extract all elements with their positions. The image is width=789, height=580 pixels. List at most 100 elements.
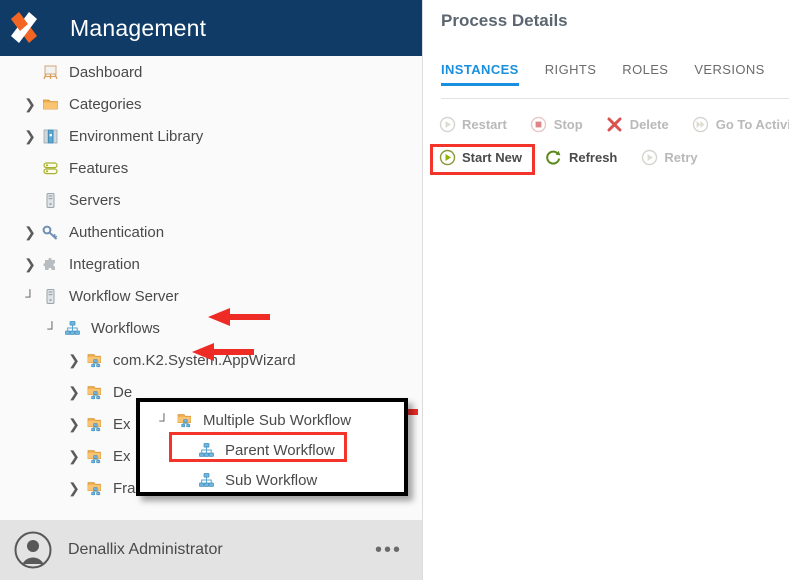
sidebar-item-servers[interactable]: Servers — [0, 184, 422, 216]
process-folder-icon — [82, 384, 106, 401]
tab-versions[interactable]: VERSIONS — [694, 62, 764, 86]
sidebar-item-label: Workflows — [91, 319, 160, 337]
sidebar-item-workflow-server[interactable]: ┘ Workflow Server — [0, 280, 422, 312]
dashboard-easel-icon — [38, 64, 62, 81]
play-circle-icon — [641, 149, 658, 166]
library-books-icon — [43, 129, 57, 143]
process-folder-icon — [82, 352, 106, 369]
refresh-icon — [544, 149, 564, 167]
page-title: Process Details — [441, 11, 568, 30]
process-folder-icon — [82, 416, 106, 433]
callout-item-sub-workflow[interactable]: Sub Workflow — [140, 465, 404, 495]
dashboard-easel-icon — [42, 64, 58, 79]
toolbar-button-label: Retry — [664, 150, 698, 165]
play-circle-icon — [639, 149, 659, 167]
toolbar-button-label: Go To Activit — [715, 117, 789, 132]
server-icon — [38, 288, 62, 305]
tree-expanded-icon[interactable]: ┘ — [22, 290, 38, 303]
chevron-right-icon[interactable]: ❯ — [66, 481, 82, 495]
chevron-right-icon[interactable]: ❯ — [66, 417, 82, 431]
forward-circle-icon — [691, 116, 711, 134]
process-folder-icon — [87, 385, 101, 399]
process-folder-icon — [87, 417, 101, 431]
toolbar-button-label: Delete — [629, 117, 669, 132]
chevron-right-icon[interactable]: ❯ — [22, 257, 38, 271]
process-folder-icon — [87, 353, 101, 367]
sidebar-item-label: De — [113, 383, 133, 401]
sidebar-item-label: Ex — [113, 447, 131, 465]
forward-circle-icon — [693, 116, 709, 133]
chevron-right-icon[interactable]: ❯ — [22, 97, 38, 111]
user-bar[interactable]: Denallix Administrator ••• — [0, 520, 422, 580]
sidebar-item-label: Integration — [69, 255, 140, 273]
hierarchy-icon — [198, 472, 214, 487]
x-cross-icon — [605, 116, 625, 134]
sidebar-item-label: Features — [69, 159, 129, 177]
sidebar-item-workflows[interactable]: ┘ Workflows — [0, 312, 422, 344]
sidebar-item-label: Servers — [69, 191, 121, 209]
callout-item-multiple-sub-workflow[interactable]: ┘ Multiple Sub Workflow — [140, 405, 404, 435]
sidebar-item-com-k2-system-appwizard[interactable]: ❯ com.K2.System.AppWizard — [0, 344, 422, 376]
tab-roles[interactable]: ROLES — [622, 62, 668, 86]
app-root: Management Dashboard ❯ Categories ❯ Environm… — [0, 0, 789, 580]
user-avatar-icon — [14, 531, 52, 569]
hierarchy-icon — [64, 320, 80, 335]
callout-item-label: Sub Workflow — [225, 471, 318, 489]
sidebar-item-environment-library[interactable]: ❯ Environment Library — [0, 120, 422, 152]
callout-item-label: Multiple Sub Workflow — [203, 411, 352, 429]
tabs-divider — [441, 98, 789, 99]
restart-button: Restart — [429, 113, 515, 137]
sidebar-item-categories[interactable]: ❯ Categories — [0, 88, 422, 120]
tree-expanded-icon[interactable]: ┘ — [156, 414, 172, 427]
tree-expanded-icon[interactable]: ┘ — [44, 322, 60, 335]
process-folder-icon — [82, 448, 106, 465]
puzzle-piece-icon — [42, 257, 55, 270]
retry-button: Retry — [631, 146, 705, 170]
sidebar-item-dashboard[interactable]: Dashboard — [0, 56, 422, 88]
server-icon — [46, 288, 54, 304]
folder-icon — [42, 99, 58, 109]
chevron-right-icon[interactable]: ❯ — [22, 129, 38, 143]
process-folder-icon — [82, 480, 106, 497]
instances-toolbar: Restart Stop Delete Go To Activit Start New… — [429, 108, 789, 175]
stop-button: Stop — [521, 113, 591, 137]
chevron-right-icon[interactable]: ❯ — [66, 353, 82, 367]
refresh-icon — [546, 150, 561, 165]
chevron-right-icon[interactable]: ❯ — [22, 225, 38, 239]
k2-x-logo-svg — [11, 12, 37, 43]
x-cross-icon — [607, 117, 622, 132]
ellipsis-icon[interactable]: ••• — [375, 540, 402, 560]
sidebar-item-label: Authentication — [69, 223, 165, 241]
play-circle-icon — [437, 116, 457, 134]
sidebar-item-features[interactable]: Features — [0, 152, 422, 184]
sidebar-item-label: Dashboard — [69, 63, 143, 81]
hierarchy-icon — [60, 320, 84, 337]
features-stack-icon — [38, 160, 62, 177]
user-name-label: Denallix Administrator — [68, 541, 223, 558]
chevron-right-icon[interactable]: ❯ — [66, 385, 82, 399]
process-details-panel: Process Details INSTANCES RIGHTS ROLES VERS… — [424, 0, 789, 580]
sidebar-item-label: Categories — [69, 95, 142, 113]
tab-rights[interactable]: RIGHTS — [545, 62, 597, 86]
sidebar-item-integration[interactable]: ❯ Integration — [0, 248, 422, 280]
process-folder-icon — [177, 413, 191, 427]
refresh-button[interactable]: Refresh — [536, 146, 625, 170]
sidebar-item-label: Workflow Server — [69, 287, 179, 305]
process-folder-icon — [87, 449, 101, 463]
tab-instances[interactable]: INSTANCES — [441, 62, 519, 86]
library-books-icon — [38, 128, 62, 145]
toolbar-row-primary: Restart Stop Delete Go To Activit — [429, 108, 789, 141]
stop-circle-icon — [531, 116, 547, 133]
folder-icon — [38, 96, 62, 113]
chevron-right-icon[interactable]: ❯ — [66, 449, 82, 463]
server-icon — [38, 192, 62, 209]
details-tabs: INSTANCESRIGHTSROLESVERSIONSTAS — [441, 62, 789, 86]
toolbar-button-label: Refresh — [568, 150, 618, 165]
toolbar-button-label: Restart — [462, 117, 507, 132]
sidebar-item-authentication[interactable]: ❯ Authentication — [0, 216, 422, 248]
play-circle-icon — [439, 116, 455, 133]
callout-box: ┘ Multiple Sub Workflow Parent Workflow Sub… — [136, 398, 408, 496]
go-to-activit-button: Go To Activit — [683, 113, 789, 137]
delete-button: Delete — [597, 113, 677, 137]
key-icon — [38, 224, 62, 241]
